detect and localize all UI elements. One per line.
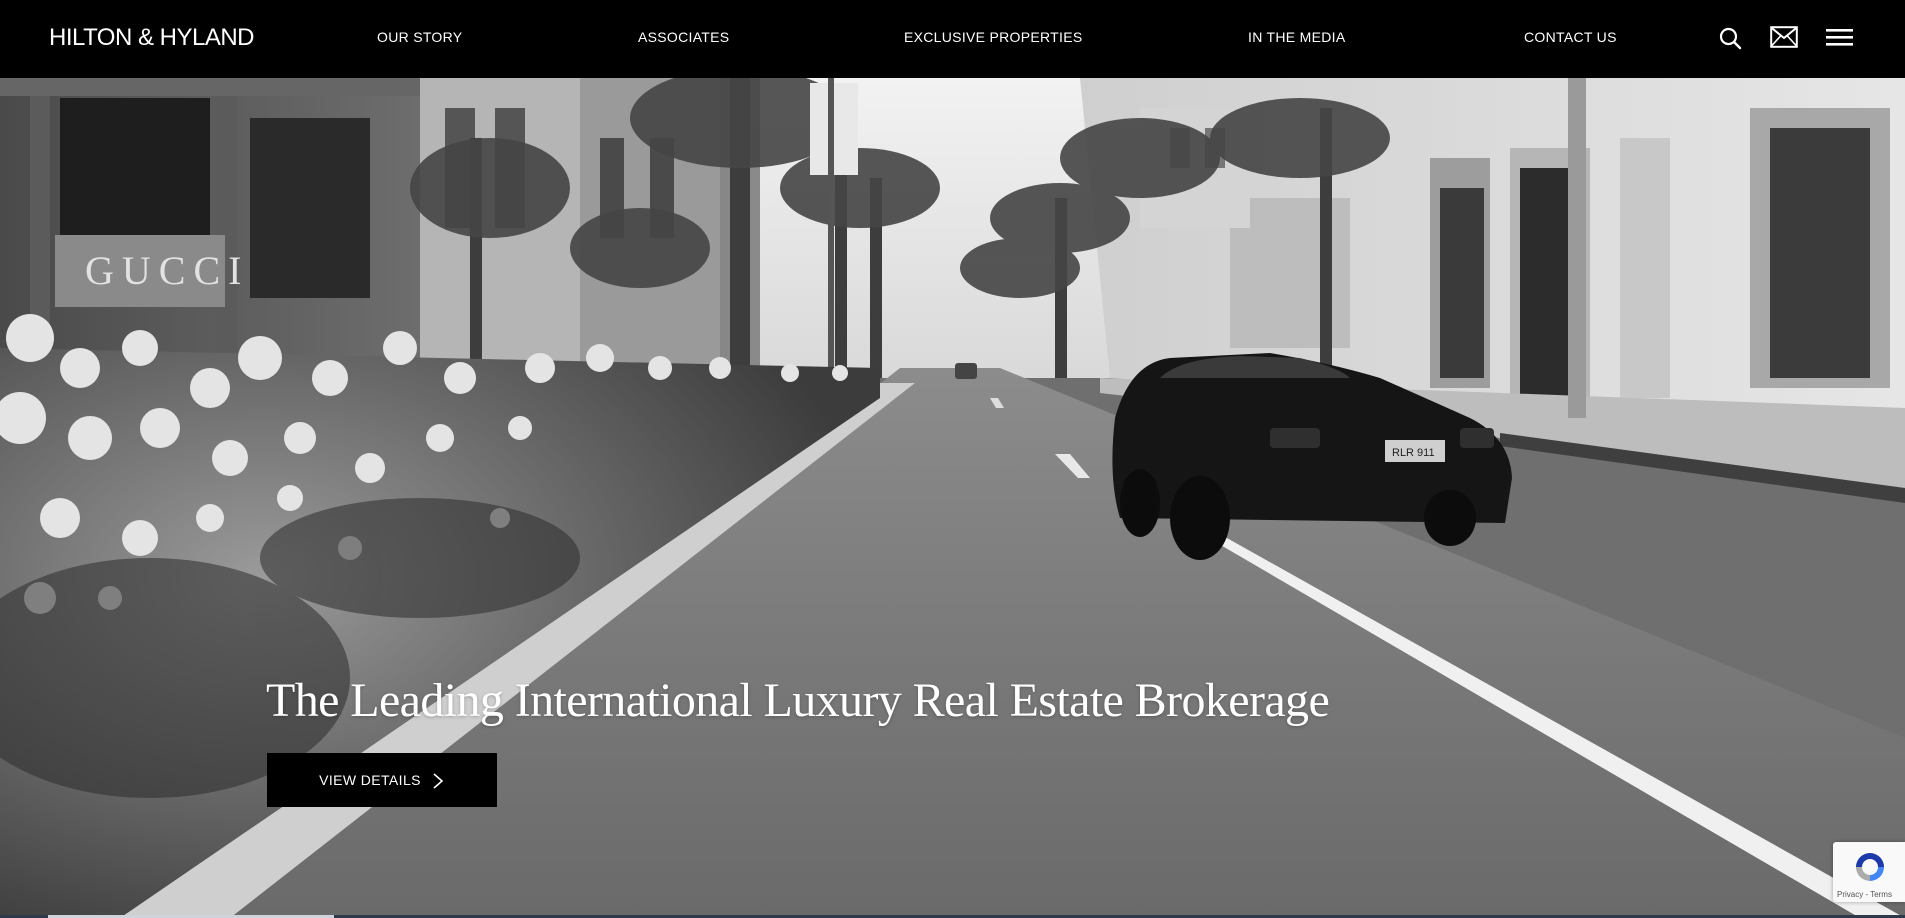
nav-associates[interactable]: ASSOCIATES (638, 29, 729, 45)
brand-logo[interactable]: HILTON & HYLAND (49, 24, 255, 52)
view-details-button[interactable]: VIEW DETAILS (267, 753, 497, 807)
page: HILTON & HYLAND OUR STORY ASSOCIATES EXC… (0, 0, 1905, 918)
hero-section: GUCCI RLR 911 The Leading International … (0, 78, 1905, 918)
recaptcha-badge[interactable]: Privacy - Terms (1833, 842, 1905, 902)
recaptcha-links[interactable]: Privacy - Terms (1837, 890, 1892, 899)
mail-icon[interactable] (1770, 26, 1798, 50)
menu-icon[interactable] (1826, 26, 1854, 50)
view-details-label: VIEW DETAILS (319, 772, 421, 788)
gucci-sign: GUCCI (85, 248, 249, 293)
chevron-right-icon (431, 772, 445, 789)
nav-in-the-media[interactable]: IN THE MEDIA (1248, 29, 1345, 45)
license-plate: RLR 911 (1392, 447, 1435, 459)
nav-contact-us[interactable]: CONTACT US (1524, 29, 1617, 45)
site-header: HILTON & HYLAND OUR STORY ASSOCIATES EXC… (0, 0, 1905, 78)
search-icon[interactable] (1718, 26, 1746, 50)
nav-exclusive-properties[interactable]: EXCLUSIVE PROPERTIES (904, 29, 1082, 45)
nav-our-story[interactable]: OUR STORY (377, 29, 462, 45)
recaptcha-icon (1856, 853, 1884, 881)
hero-headline: The Leading International Luxury Real Es… (266, 674, 1330, 727)
